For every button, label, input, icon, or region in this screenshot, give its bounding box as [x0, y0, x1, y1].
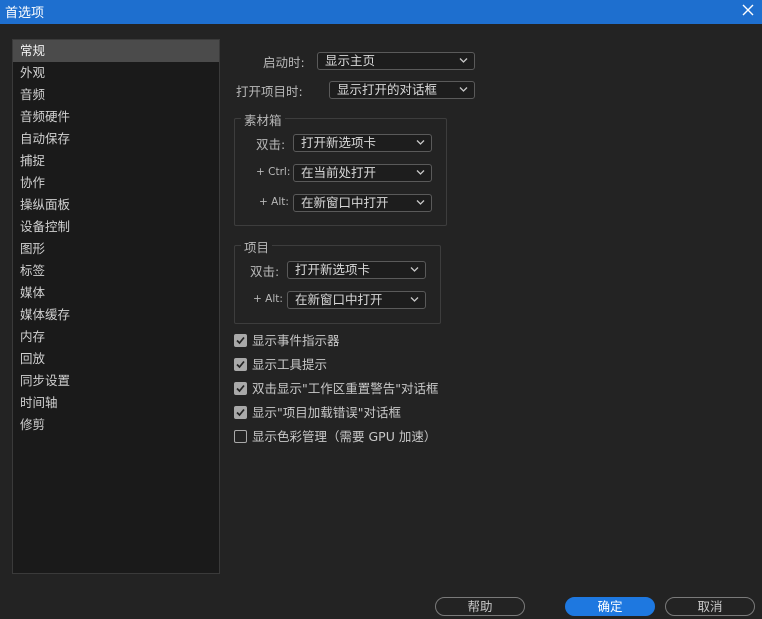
checkbox-label: 双击显示"工作区重置警告"对话框 [252, 381, 439, 396]
open-project-label: 打开项目时: [236, 84, 303, 99]
bins-double-click-label: 双击: [256, 137, 286, 152]
sidebar-item-sync-settings[interactable]: 同步设置 [13, 370, 219, 392]
checkmark-icon [236, 360, 245, 369]
sidebar-item-control-surface[interactable]: 操纵面板 [13, 194, 219, 216]
checkbox-label: 显示工具提示 [252, 357, 328, 372]
projects-alt-select[interactable]: 在新窗口中打开 [287, 291, 426, 309]
bins-ctrl-select[interactable]: 在当前处打开 [293, 164, 432, 182]
checkmark-icon [236, 336, 245, 345]
window-title: 首选项 [5, 6, 45, 21]
bins-alt-label: + Alt: [259, 196, 289, 208]
sidebar-item-audio-hardware[interactable]: 音频硬件 [13, 106, 219, 128]
checkbox-checked[interactable] [234, 406, 247, 419]
projects-double-click-value: 打开新选项卡 [295, 262, 371, 277]
sidebar-item-device-control[interactable]: 设备控制 [13, 216, 219, 238]
bins-double-click-value: 打开新选项卡 [301, 135, 377, 150]
checkbox-checked[interactable] [234, 334, 247, 347]
sidebar-item-timeline[interactable]: 时间轴 [13, 392, 219, 414]
sidebar-item-collaboration[interactable]: 协作 [13, 172, 219, 194]
bins-alt-value: 在新窗口中打开 [301, 195, 389, 210]
projects-group [234, 245, 441, 324]
bins-alt-select[interactable]: 在新窗口中打开 [293, 194, 432, 212]
sidebar-item-playback[interactable]: 回放 [13, 348, 219, 370]
sidebar-item-media-cache[interactable]: 媒体缓存 [13, 304, 219, 326]
bins-ctrl-label: + Ctrl: [256, 166, 291, 178]
chevron-down-icon [410, 297, 419, 302]
sidebar-item-media[interactable]: 媒体 [13, 282, 219, 304]
sidebar-item-trim[interactable]: 修剪 [13, 414, 219, 436]
checkbox-label: 显示事件指示器 [252, 333, 340, 348]
sidebar-item-capture[interactable]: 捕捉 [13, 150, 219, 172]
startup-select-value: 显示主页 [325, 53, 376, 68]
ok-button[interactable]: 确定 [565, 597, 655, 616]
help-button[interactable]: 帮助 [435, 597, 525, 616]
bins-double-click-select[interactable]: 打开新选项卡 [293, 134, 432, 152]
sidebar-item-graphics[interactable]: 图形 [13, 238, 219, 260]
sidebar-item-auto-save[interactable]: 自动保存 [13, 128, 219, 150]
open-project-select[interactable]: 显示打开的对话框 [329, 81, 475, 99]
projects-group-title: 项目 [241, 237, 273, 256]
bins-group-title: 素材箱 [241, 110, 285, 129]
sidebar-item-audio[interactable]: 音频 [13, 84, 219, 106]
projects-alt-label: + Alt: [253, 293, 283, 305]
checkbox-unchecked[interactable] [234, 430, 247, 443]
chevron-down-icon [459, 58, 468, 63]
checkmark-icon [236, 408, 245, 417]
sidebar-item-labels[interactable]: 标签 [13, 260, 219, 282]
chevron-down-icon [416, 140, 425, 145]
startup-select[interactable]: 显示主页 [317, 52, 475, 70]
checkbox-checked[interactable] [234, 358, 247, 371]
chevron-down-icon [416, 170, 425, 175]
bins-ctrl-value: 在当前处打开 [301, 165, 377, 180]
chevron-down-icon [459, 87, 468, 92]
sidebar-item-memory[interactable]: 内存 [13, 326, 219, 348]
category-list: 常规 外观 音频 音频硬件 自动保存 捕捉 协作 操纵面板 设备控制 图形 标签… [12, 39, 220, 574]
title-bar: 首选项 [0, 0, 762, 24]
startup-label: 启动时: [263, 55, 305, 70]
projects-double-click-label: 双击: [250, 264, 280, 279]
chevron-down-icon [416, 200, 425, 205]
checkbox-checked[interactable] [234, 382, 247, 395]
sidebar-item-appearance[interactable]: 外观 [13, 62, 219, 84]
projects-double-click-select[interactable]: 打开新选项卡 [287, 261, 426, 279]
checkbox-label: 显示色彩管理（需要 GPU 加速） [252, 429, 437, 444]
open-project-select-value: 显示打开的对话框 [337, 82, 438, 97]
chevron-down-icon [410, 267, 419, 272]
checkbox-label: 显示"项目加载错误"对话框 [252, 405, 401, 420]
close-icon[interactable] [740, 1, 756, 19]
checkmark-icon [236, 384, 245, 393]
sidebar-item-general[interactable]: 常规 [13, 40, 219, 62]
projects-alt-value: 在新窗口中打开 [295, 292, 383, 307]
cancel-button[interactable]: 取消 [665, 597, 755, 616]
